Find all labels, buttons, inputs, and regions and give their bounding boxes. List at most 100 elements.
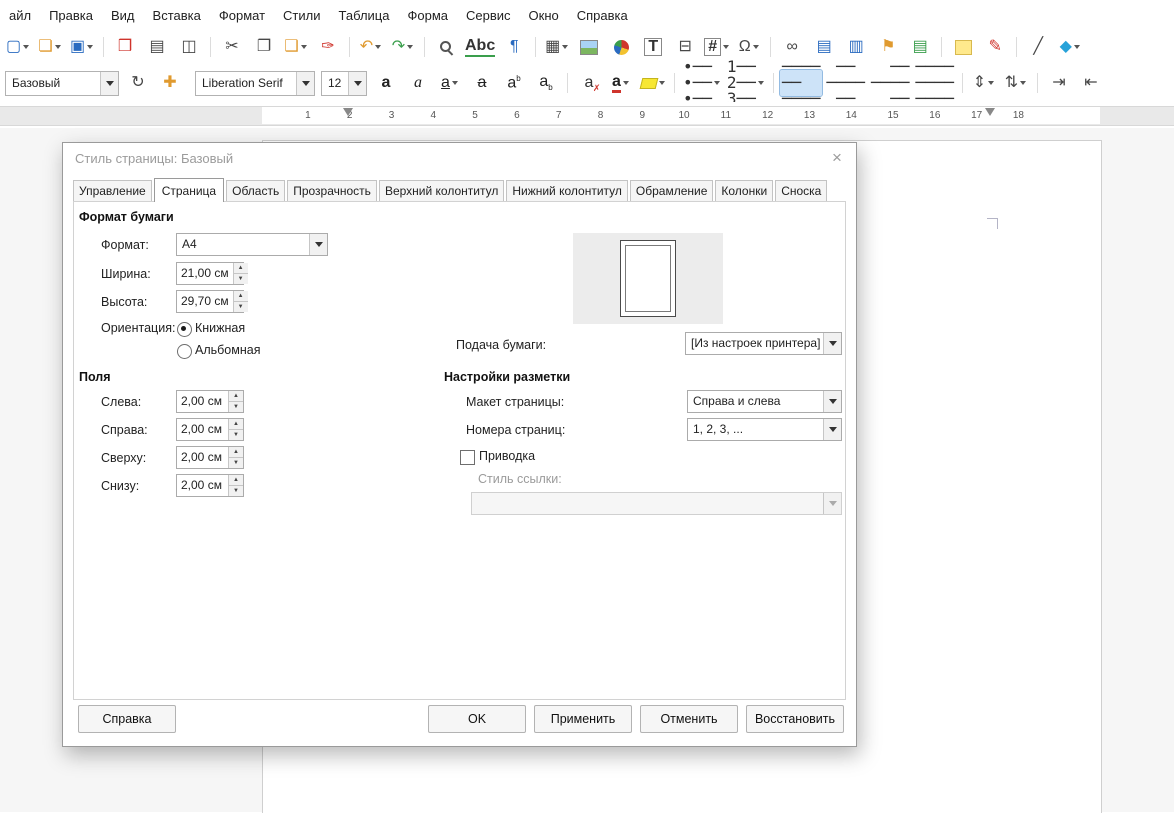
tab-page[interactable]: Страница — [153, 178, 225, 202]
insert-image-icon[interactable] — [574, 34, 604, 60]
tab-transparency[interactable]: Прозрачность — [287, 180, 377, 201]
dropdown-arrow-icon[interactable] — [309, 234, 327, 255]
formatting-marks-icon[interactable]: ¶ — [499, 34, 529, 60]
cut-icon[interactable]: ✂ — [217, 34, 247, 60]
save-icon[interactable]: ▣ — [67, 34, 97, 60]
tab-columns[interactable]: Колонки — [715, 180, 774, 201]
spin-up-icon[interactable] — [229, 447, 243, 458]
decrease-indent-icon[interactable]: ⇤ — [1076, 70, 1106, 96]
margin-bottom-input[interactable]: 2,00 см — [176, 474, 244, 497]
register-true-checkbox[interactable] — [460, 450, 475, 465]
clone-formatting-icon[interactable]: ✑ — [313, 34, 343, 60]
numbered-list-icon[interactable]: 1── 2── 3── — [725, 59, 767, 107]
close-icon[interactable]: × — [826, 147, 848, 169]
menu-styles[interactable]: Стили — [274, 4, 329, 27]
ok-button[interactable]: OK — [428, 705, 526, 733]
spin-down-icon[interactable] — [233, 302, 248, 312]
strikethrough-icon[interactable]: а — [467, 70, 497, 96]
font-color-icon[interactable]: а — [606, 70, 636, 96]
register-true-label[interactable]: Приводка — [479, 449, 535, 463]
track-changes-icon[interactable]: ✎ — [980, 34, 1010, 60]
insert-chart-icon[interactable] — [606, 34, 636, 60]
tab-footnote[interactable]: Сноска — [775, 180, 828, 201]
copy-icon[interactable]: ❐ — [249, 34, 279, 60]
find-replace-icon[interactable] — [431, 34, 461, 60]
align-left-icon[interactable]: ──── ── ──── — [778, 59, 824, 107]
italic-icon[interactable]: а — [403, 70, 433, 96]
paragraph-style-combo[interactable]: Базовый — [5, 70, 119, 96]
tab-organizer[interactable]: Управление — [73, 180, 152, 201]
increase-indent-icon[interactable]: ⇥ — [1044, 70, 1074, 96]
margin-left-input[interactable]: 2,00 см — [176, 390, 244, 413]
spin-down-icon[interactable] — [233, 274, 248, 284]
insert-line-icon[interactable]: ╱ — [1023, 34, 1053, 60]
right-indent-marker-icon[interactable] — [985, 108, 995, 116]
tab-area[interactable]: Область — [226, 180, 286, 201]
menu-edit[interactable]: Правка — [40, 4, 102, 27]
insert-textbox-icon[interactable]: T — [638, 34, 668, 60]
spin-up-icon[interactable] — [229, 475, 243, 486]
apply-button[interactable]: Применить — [534, 705, 632, 733]
redo-icon[interactable]: ↷ — [388, 34, 418, 60]
menu-view[interactable]: Вид — [102, 4, 144, 27]
spellcheck-icon[interactable]: Abc — [463, 34, 497, 60]
insert-table-icon[interactable]: ▦ — [542, 34, 572, 60]
open-icon[interactable]: ❏ — [35, 34, 65, 60]
page-layout-select[interactable]: Справа и слева — [687, 390, 842, 413]
menu-format[interactable]: Формат — [210, 4, 274, 27]
indent-marker-icon[interactable] — [343, 108, 353, 116]
menu-tools[interactable]: Сервис — [457, 4, 520, 27]
subscript-icon[interactable]: а — [531, 70, 561, 96]
highlight-color-icon[interactable] — [638, 70, 668, 96]
spin-up-icon[interactable] — [233, 291, 248, 302]
tab-header[interactable]: Верхний колонтитул — [378, 180, 505, 201]
justify-icon[interactable]: ──── ──── ──── — [913, 59, 956, 107]
print-icon[interactable]: ▤ — [142, 34, 172, 60]
superscript-icon[interactable]: а — [499, 70, 529, 96]
menu-table[interactable]: Таблица — [330, 4, 399, 27]
menu-file[interactable]: айл — [0, 4, 40, 27]
paste-icon[interactable]: ❑ — [281, 34, 311, 60]
margin-top-input[interactable]: 2,00 см — [176, 446, 244, 469]
page-numbers-select[interactable]: 1, 2, 3, ... — [687, 418, 842, 441]
bullet-list-icon[interactable]: •── •── •── — [681, 59, 723, 107]
new-document-icon[interactable]: ▢ — [3, 34, 33, 60]
tab-footer[interactable]: Нижний колонтитул — [506, 180, 628, 201]
cancel-button[interactable]: Отменить — [640, 705, 738, 733]
underline-icon[interactable]: а — [435, 70, 465, 96]
update-style-icon[interactable]: ↻ — [123, 70, 153, 96]
menu-insert[interactable]: Вставка — [144, 4, 210, 27]
spin-down-icon[interactable] — [229, 458, 243, 468]
export-pdf-icon[interactable]: ❒ — [110, 34, 140, 60]
horizontal-ruler[interactable]: 1 2 3 4 5 6 7 8 9 10 11 12 13 14 15 16 1… — [0, 102, 1174, 128]
font-name-combo[interactable]: Liberation Serif — [195, 70, 315, 96]
paper-tray-select[interactable]: [Из настроек принтера] — [685, 332, 842, 355]
tab-borders[interactable]: Обрамление — [629, 180, 714, 201]
margin-right-input[interactable]: 2,00 см — [176, 418, 244, 441]
align-center-icon[interactable]: ── ──── ── — [824, 59, 867, 107]
print-preview-icon[interactable]: ◫ — [174, 34, 204, 60]
clear-formatting-icon[interactable]: а — [574, 70, 604, 96]
dropdown-arrow-icon[interactable] — [100, 71, 118, 95]
width-input[interactable]: 21,00 см — [176, 262, 248, 285]
height-input[interactable]: 29,70 см — [176, 290, 248, 313]
help-button[interactable]: Справка — [78, 705, 176, 733]
menu-window[interactable]: Окно — [520, 4, 568, 27]
portrait-radio[interactable] — [177, 322, 192, 337]
align-right-icon[interactable]: ── ──── ── — [869, 59, 912, 107]
basic-shapes-icon[interactable]: ◆ — [1055, 34, 1085, 60]
landscape-label[interactable]: Альбомная — [195, 343, 260, 357]
dropdown-arrow-icon[interactable] — [348, 71, 366, 95]
menu-form[interactable]: Форма — [398, 4, 457, 27]
portrait-label[interactable]: Книжная — [195, 321, 245, 335]
spin-up-icon[interactable] — [233, 263, 248, 274]
dropdown-arrow-icon[interactable] — [823, 419, 841, 440]
reset-button[interactable]: Восстановить — [746, 705, 844, 733]
spin-up-icon[interactable] — [229, 391, 243, 402]
menu-help[interactable]: Справка — [568, 4, 637, 27]
font-size-combo[interactable]: 12 — [321, 70, 367, 96]
paragraph-spacing-icon[interactable]: ⇅ — [1001, 70, 1031, 96]
dropdown-arrow-icon[interactable] — [296, 71, 314, 95]
spin-down-icon[interactable] — [229, 430, 243, 440]
new-style-icon[interactable]: ✚ — [155, 70, 185, 96]
